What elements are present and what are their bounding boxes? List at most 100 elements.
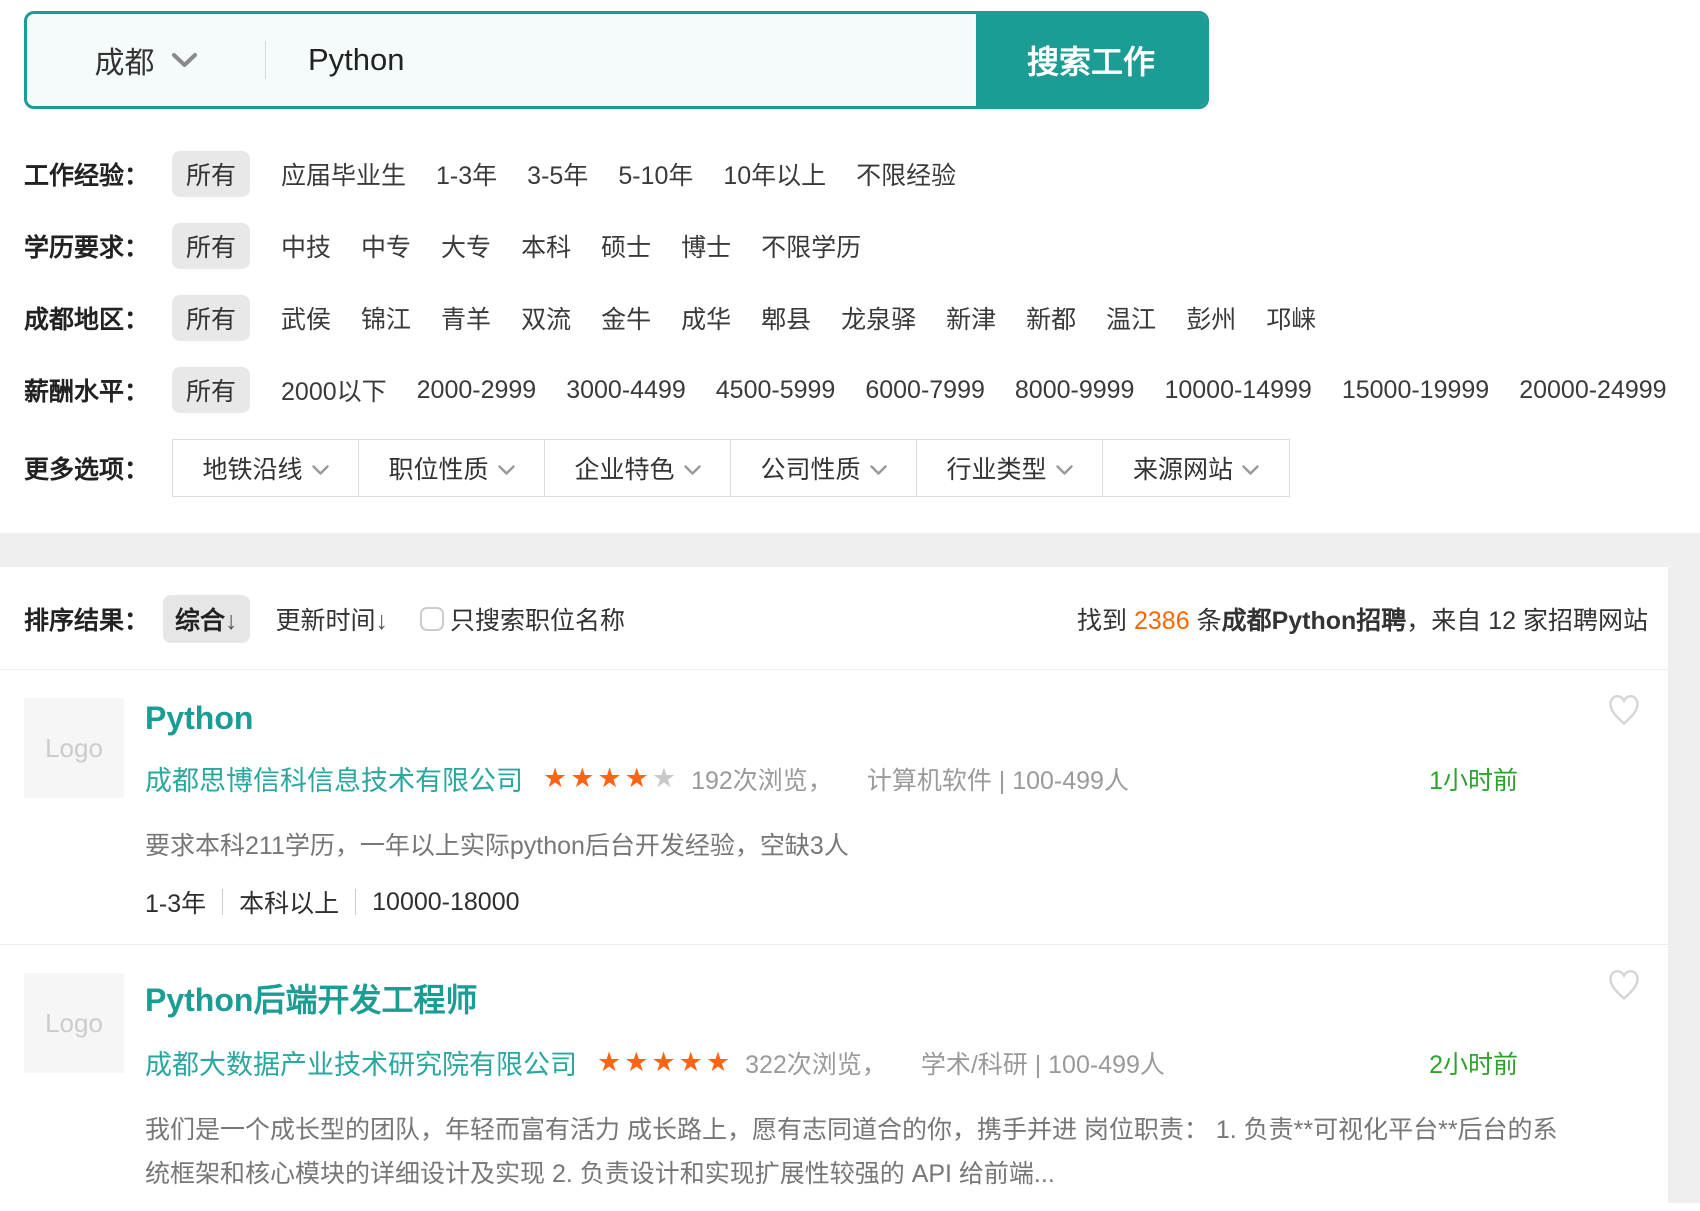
more-options-label: 更多选项： [24, 450, 172, 486]
more-option-dropdown[interactable]: 公司性质 [731, 440, 917, 496]
chevron-down-icon [171, 43, 198, 77]
filter-selected-chip[interactable]: 所有 [172, 367, 250, 413]
search-input[interactable] [266, 14, 976, 106]
filter-option[interactable]: 2000-2999 [417, 376, 537, 405]
filter-option[interactable]: 10000-14999 [1164, 376, 1311, 405]
chevron-down-icon [498, 454, 515, 483]
filter-row: 薪酬水平： 所有 2000以下2000-29993000-44994500-59… [24, 367, 1700, 413]
filter-selected-chip[interactable]: 所有 [172, 295, 250, 341]
company-link[interactable]: 成都大数据产业技术研究院有限公司 [145, 1043, 577, 1082]
filter-option[interactable]: 锦江 [361, 300, 411, 336]
job-tag: 1-3年 [145, 884, 206, 920]
chevron-down-icon [312, 454, 329, 483]
filter-option[interactable]: 龙泉驿 [841, 300, 916, 336]
filter-option[interactable]: 中技 [281, 228, 331, 264]
star-icon: ★ [570, 763, 597, 793]
heart-outline-icon[interactable] [1606, 692, 1642, 733]
filter-option[interactable]: 武侯 [281, 300, 331, 336]
star-icon: ★ [679, 1047, 706, 1077]
job-tags: 1-3年本科以上10000-18000 [145, 884, 1648, 920]
more-option-label: 企业特色 [574, 450, 674, 486]
filter-selected-chip[interactable]: 所有 [172, 151, 250, 197]
more-option-label: 职位性质 [388, 450, 488, 486]
section-divider-band [0, 533, 1700, 567]
title-only-checkbox-label[interactable]: 只搜索职位名称 [450, 601, 625, 637]
job-tag: 10000-18000 [372, 888, 519, 917]
down-arrow-icon: ↓ [225, 607, 238, 635]
filter-option[interactable]: 本科 [521, 228, 571, 264]
filter-option[interactable]: 温江 [1106, 300, 1156, 336]
filter-option[interactable]: 邛崃 [1266, 300, 1316, 336]
filter-option[interactable]: 硕士 [601, 228, 651, 264]
job-meta-row: 成都大数据产业技术研究院有限公司 ★★★★★ 322次浏览， 学术/科研 | 1… [145, 1043, 1648, 1082]
chevron-down-icon [1242, 454, 1259, 483]
more-option-dropdown[interactable]: 职位性质 [359, 440, 545, 496]
star-icon: ★ [597, 763, 624, 793]
more-option-dropdown[interactable]: 企业特色 [545, 440, 731, 496]
view-count: 192次浏览， [691, 761, 833, 797]
job-title-link[interactable]: Python后端开发工程师 [145, 975, 477, 1021]
more-option-label: 行业类型 [946, 450, 1046, 486]
filter-option[interactable]: 应届毕业生 [281, 156, 406, 192]
filter-option[interactable]: 金牛 [601, 300, 651, 336]
filter-option[interactable]: 5-10年 [618, 156, 693, 192]
filter-option[interactable]: 中专 [361, 228, 411, 264]
filter-option[interactable]: 6000-7999 [865, 376, 985, 405]
chevron-down-icon [684, 454, 701, 483]
more-option-dropdown[interactable]: 来源网站 [1103, 440, 1289, 496]
star-icon: ★ [597, 1047, 624, 1077]
filter-option[interactable]: 20000-24999 [1519, 376, 1666, 405]
results-card: 排序结果： 综合↓ 更新时间↓ 只搜索职位名称 找到 2386 条成都Pytho… [0, 567, 1668, 1203]
company-category: 学术/科研 | 100-499人 [921, 1045, 1165, 1081]
filter-option[interactable]: 青羊 [441, 300, 491, 336]
more-option-label: 来源网站 [1133, 450, 1233, 486]
filter-option[interactable]: 1-3年 [436, 156, 497, 192]
down-arrow-icon: ↓ [376, 607, 389, 635]
search-button[interactable]: 搜索工作 [976, 14, 1206, 106]
city-selector-label: 成都 [95, 38, 155, 82]
filter-option[interactable]: 3000-4499 [566, 376, 686, 405]
filter-option[interactable]: 不限学历 [761, 228, 861, 264]
more-option-dropdown[interactable]: 地铁沿线 [173, 440, 359, 496]
filter-option[interactable]: 3-5年 [527, 156, 588, 192]
filter-option[interactable]: 新津 [946, 300, 996, 336]
filter-selected-chip[interactable]: 所有 [172, 223, 250, 269]
filter-option[interactable]: 8000-9999 [1015, 376, 1135, 405]
company-logo: Logo [24, 698, 124, 798]
filter-option[interactable]: 4500-5999 [716, 376, 836, 405]
more-option-label: 地铁沿线 [202, 450, 302, 486]
filter-option[interactable]: 不限经验 [856, 156, 956, 192]
sort-secondary-button[interactable]: 更新时间↓ [276, 601, 389, 637]
job-description: 要求本科211学历，一年以上实际python后台开发经验，空缺3人 [145, 824, 1565, 868]
star-rating: ★★★★★ [597, 1047, 733, 1078]
more-options-box: 地铁沿线 职位性质 企业特色 公司性质行业类型 来源网站 [172, 439, 1290, 497]
filter-option[interactable]: 郫县 [761, 300, 811, 336]
city-selector[interactable]: 成都 [27, 14, 265, 106]
filter-option[interactable]: 大专 [441, 228, 491, 264]
job-list: Logo Python 成都思博信科信息技术有限公司 ★★★★★ 192次浏览，… [0, 669, 1668, 1203]
filter-option[interactable]: 新都 [1026, 300, 1076, 336]
filter-option[interactable]: 15000-19999 [1342, 376, 1489, 405]
filter-option[interactable]: 2000以下 [281, 372, 387, 408]
filter-label: 学历要求： [24, 228, 172, 264]
job-search-bar: 成都 搜索工作 [24, 11, 1209, 109]
filter-row: 学历要求： 所有 中技中专大专本科硕士博士不限学历 [24, 223, 1700, 269]
heart-outline-icon[interactable] [1606, 967, 1642, 1008]
filter-option[interactable]: 彭州 [1186, 300, 1236, 336]
company-link[interactable]: 成都思博信科信息技术有限公司 [145, 759, 523, 798]
more-option-dropdown[interactable]: 行业类型 [917, 440, 1103, 496]
job-card: Logo Python后端开发工程师 成都大数据产业技术研究院有限公司 ★★★★… [0, 944, 1668, 1203]
result-summary: 找到 2386 条成都Python招聘，来自 12 家招聘网站 [1077, 601, 1648, 637]
filter-option[interactable]: 博士 [681, 228, 731, 264]
filter-section: 工作经验： 所有 应届毕业生 1-3年 3-5年 5-10年 10年以上不限经验 学历要… [24, 151, 1700, 413]
filter-option[interactable]: 成华 [681, 300, 731, 336]
result-count: 2386 [1134, 607, 1190, 635]
tag-separator [222, 889, 223, 915]
filter-option[interactable]: 10年以上 [723, 156, 826, 192]
filter-row: 工作经验： 所有 应届毕业生 1-3年 3-5年 5-10年 10年以上不限经验 [24, 151, 1700, 197]
job-title-link[interactable]: Python [145, 700, 253, 737]
sort-primary-button[interactable]: 综合↓ [163, 595, 250, 643]
filter-label: 工作经验： [24, 156, 172, 192]
filter-option[interactable]: 双流 [521, 300, 571, 336]
title-only-checkbox[interactable] [420, 607, 444, 631]
